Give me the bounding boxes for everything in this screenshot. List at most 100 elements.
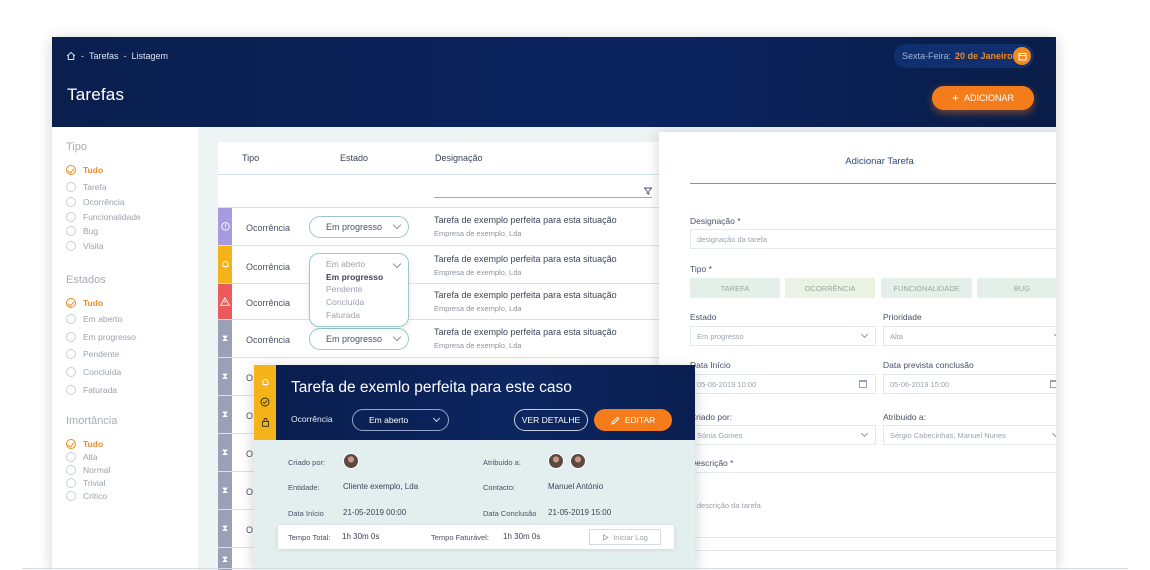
estado-value: Em progresso — [697, 331, 744, 341]
option-label: Tudo — [83, 439, 104, 449]
card-estado-select[interactable]: Em aberto — [352, 409, 449, 431]
row-estado-value: Em progresso — [326, 222, 383, 232]
row-type: Ocorrência — [246, 262, 291, 272]
table-row[interactable]: Ocorrência Tarefa de exemplo perfeita pa… — [218, 246, 668, 284]
table-row[interactable]: ⧗ Ocorrência Em progresso Tarefa de exem… — [218, 320, 668, 358]
filter-importancia-trivial[interactable]: Trivial — [66, 477, 105, 489]
data-inicio-input[interactable]: 05-06-2019 10:00 — [690, 374, 876, 394]
criado-por-value: Sónia Gomes — [697, 430, 743, 440]
radio-icon — [66, 197, 76, 207]
breadcrumb: - Tarefas - Listagem — [66, 51, 168, 61]
dropdown-option-pendente[interactable]: Pendente — [326, 283, 408, 296]
tempo-faturavel-label: Tempo Faturável: — [431, 533, 489, 542]
filter-estado-concluida[interactable]: Concluída — [66, 366, 121, 378]
tipo-option-bug[interactable]: BUG — [977, 278, 1056, 298]
tipo-option-funcionalidade[interactable]: FUNCIONALIDADE — [881, 278, 972, 298]
row-designacao[interactable]: Tarefa de exemplo perfeita para esta sit… — [434, 215, 617, 225]
iniciar-log-label: Iniciar Log — [613, 532, 648, 542]
add-button[interactable]: + ADICIONAR — [932, 86, 1034, 110]
row-type: O — [246, 487, 254, 497]
data-prevista-input[interactable]: 05-06-2019 15:00 — [883, 374, 1056, 394]
app-window: - Tarefas - Listagem Tarefas Sexta-Feira… — [52, 37, 1056, 570]
dropdown-option-concluida[interactable]: Concluída — [326, 296, 408, 309]
filter-estado-em-aberto[interactable]: Em aberto — [66, 313, 122, 325]
filter-estado-faturada[interactable]: Faturada — [66, 384, 117, 396]
atribuido-select[interactable]: Sérgio Cabecinhas, Manuel Nunes — [883, 425, 1056, 445]
home-icon[interactable] — [66, 51, 76, 61]
chevron-down-icon — [392, 220, 402, 230]
card-estado-value: Em aberto — [369, 415, 409, 425]
table-row[interactable]: Ocorrência Em progresso Tarefa de exempl… — [218, 208, 668, 246]
filter-tipo-ocorrencia[interactable]: Ocorrência — [66, 196, 125, 208]
column-header-designacao[interactable]: Designação — [435, 153, 483, 163]
row-designacao[interactable]: Tarefa de exemplo perfeita para esta sit… — [434, 254, 617, 264]
row-empresa: Empresa de exemplo, Lda — [434, 304, 522, 313]
contacto-label: Contacto: — [483, 483, 516, 492]
tipo-option-ocorrencia[interactable]: OCORRÊNCIA — [785, 278, 875, 298]
calendar-icon[interactable] — [859, 380, 867, 388]
radio-icon — [66, 465, 76, 475]
entidade-label: Entidade: — [288, 483, 320, 492]
calendar-icon[interactable] — [1050, 380, 1056, 388]
option-label: Tarefa — [83, 182, 107, 192]
avatar[interactable] — [343, 453, 359, 469]
criado-por-select[interactable]: Sónia Gomes — [690, 425, 876, 445]
row-designacao[interactable]: Tarefa de exemplo perfeita para esta sit… — [434, 290, 617, 300]
column-header-estado[interactable]: Estado — [340, 153, 368, 163]
filter-estado-tudo[interactable]: Tudo — [66, 297, 103, 309]
filter-tipo-visita[interactable]: Visita — [66, 240, 104, 252]
radio-icon — [66, 182, 76, 192]
type-color-bar: ⧗ — [218, 358, 232, 395]
type-color-bar: ⧗ — [218, 472, 232, 509]
filter-tipo-tudo[interactable]: Tudo — [66, 164, 103, 176]
avatar[interactable] — [548, 453, 564, 469]
ver-detalhe-button[interactable]: VER DETALHE — [514, 409, 588, 431]
prioridade-select[interactable]: Alta — [883, 326, 1056, 346]
filter-icon[interactable] — [644, 187, 652, 195]
designacao-filter-input[interactable] — [434, 197, 652, 198]
breadcrumb-item-listagem: Listagem — [131, 51, 169, 61]
filter-estado-pendente[interactable]: Pendente — [66, 348, 119, 360]
column-header-tipo[interactable]: Tipo — [242, 153, 259, 163]
dropdown-option-em-progresso[interactable]: Em progresso — [326, 271, 408, 284]
add-button-label: ADICIONAR — [964, 93, 1015, 103]
filter-importancia-normal[interactable]: Normal — [66, 464, 110, 476]
table-row[interactable]: Ocorrência Tarefa de exemplo perfeita pa… — [218, 284, 668, 320]
tempo-faturavel-value: 1h 30m 0s — [503, 532, 541, 541]
lock-icon[interactable] — [261, 417, 270, 427]
iniciar-log-button[interactable]: Iniciar Log — [589, 529, 661, 545]
radio-icon — [66, 491, 76, 501]
row-estado-select[interactable]: Em progresso — [309, 328, 409, 350]
contacto-value: Manuel António — [548, 482, 604, 491]
editar-button[interactable]: EDITAR — [594, 409, 672, 431]
filter-estado-em-progresso[interactable]: Em progresso — [66, 331, 136, 343]
filter-tipo-tarefa[interactable]: Tarefa — [66, 181, 107, 193]
designacao-label: Designação * — [690, 216, 741, 226]
data-inicio-value: 05-06-2019 10:00 — [697, 379, 757, 389]
tipo-option-tarefa[interactable]: TAREFA — [690, 278, 780, 298]
radio-icon — [66, 452, 76, 462]
tipo-label: Tipo * — [690, 264, 712, 274]
hourglass-icon: ⧗ — [221, 371, 229, 381]
row-estado-select[interactable]: Em progresso — [309, 216, 409, 238]
filter-tipo-bug[interactable]: Bug — [66, 225, 98, 237]
check-circle-icon[interactable] — [260, 397, 270, 407]
dropdown-option-faturada[interactable]: Faturada — [326, 309, 408, 322]
filter-importancia-alta[interactable]: Alta — [66, 451, 98, 463]
estado-dropdown[interactable]: Em aberto Em progresso Pendente Concluíd… — [309, 253, 409, 327]
filter-importancia-tudo[interactable]: Tudo — [66, 438, 103, 450]
row-designacao[interactable]: Tarefa de exemplo perfeita para esta sit… — [434, 327, 617, 337]
avatar[interactable] — [570, 453, 586, 469]
type-color-bar: ⧗ — [218, 548, 232, 570]
option-label: Tudo — [83, 298, 104, 308]
radio-icon — [66, 212, 76, 222]
filter-importancia-critico[interactable]: Critico — [66, 490, 107, 502]
calendar-button[interactable] — [1013, 47, 1031, 65]
estado-select[interactable]: Em progresso — [690, 326, 876, 346]
type-color-bar: ⧗ — [218, 396, 232, 433]
breadcrumb-item-tarefas[interactable]: Tarefas — [89, 51, 119, 61]
option-label: Funcionalidade — [83, 212, 141, 222]
descricao-textarea[interactable]: descrição da tarefa — [690, 472, 1056, 538]
designacao-input[interactable]: designação da tarefa — [690, 229, 1056, 249]
filter-tipo-funcionalidade[interactable]: Funcionalidade — [66, 211, 141, 223]
